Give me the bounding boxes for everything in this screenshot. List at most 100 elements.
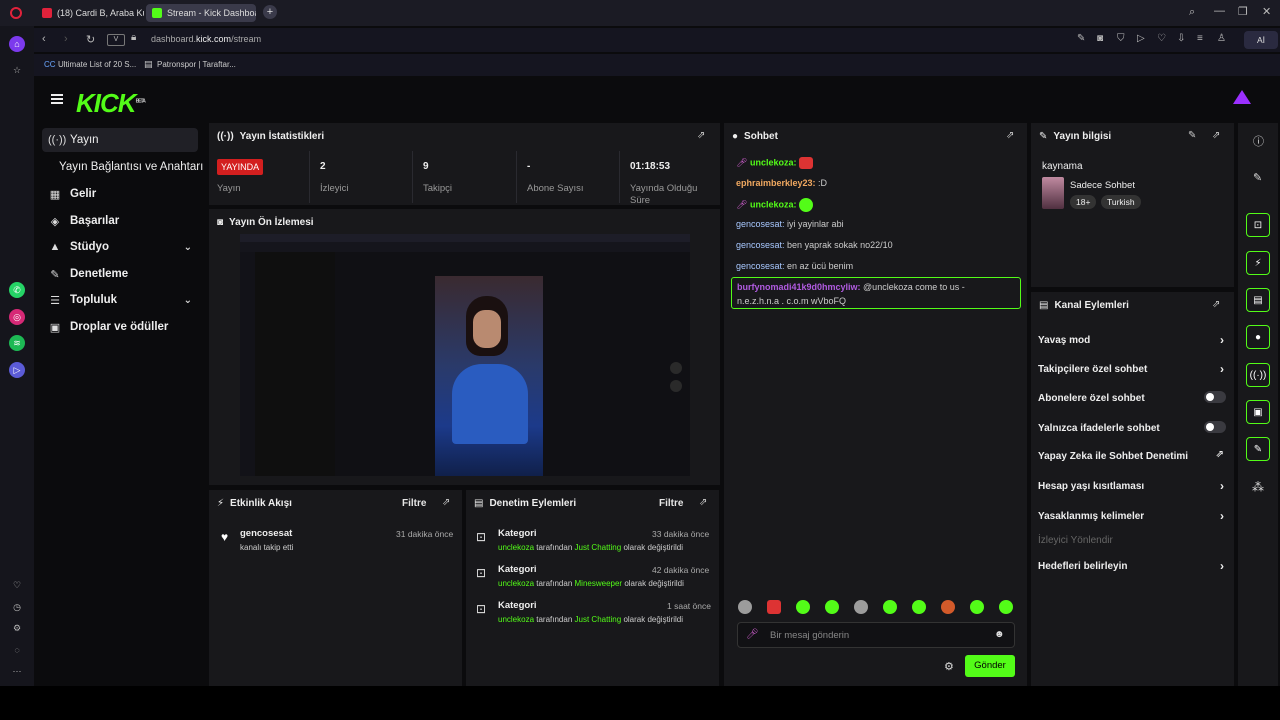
emote-icon[interactable]: [883, 600, 897, 614]
broadcast-button[interactable]: ((·)): [1246, 363, 1270, 387]
home-icon[interactable]: ⌂: [9, 36, 25, 52]
emotes-only-toggle[interactable]: [1204, 421, 1226, 433]
action-ai-moderation[interactable]: Yapay Zeka ile Sohbet Denetimi ⇗: [1038, 449, 1228, 462]
chat-username[interactable]: gencosesat:: [736, 219, 785, 229]
chat-input[interactable]: 🎤︎ Bir mesaj gönderin ☻: [737, 622, 1015, 648]
heart-bookmark-icon[interactable]: ♡: [1157, 33, 1166, 44]
new-tab-icon[interactable]: +: [263, 5, 277, 19]
chat-button[interactable]: ●: [1246, 325, 1270, 349]
chat-username[interactable]: unclekoza:: [750, 157, 797, 167]
whatsapp-icon[interactable]: ✆: [9, 282, 25, 298]
bookmark-ultimate-list[interactable]: Ultimate List of 20 S...: [58, 60, 136, 69]
emote-icon[interactable]: [854, 600, 868, 614]
action-slow-mode[interactable]: Yavaş mod ›: [1038, 333, 1228, 347]
sidebar-item-denetleme[interactable]: ✎ Denetleme: [42, 262, 198, 286]
action-emotes-only[interactable]: Yalnızca ifadelerle sohbet: [1038, 421, 1228, 434]
more-icon[interactable]: ···: [9, 663, 25, 679]
player-icon[interactable]: ▷: [9, 362, 25, 378]
edit-icon[interactable]: ✎: [1188, 130, 1196, 141]
stream-preview-video[interactable]: [240, 234, 690, 476]
emote-icon[interactable]: [941, 600, 955, 614]
kick-logo[interactable]: KICKBETA: [76, 88, 146, 119]
popout-icon[interactable]: ⇗: [1006, 130, 1014, 141]
forward-icon[interactable]: ›: [64, 33, 68, 45]
action-followers-only[interactable]: Takipçilere özel sohbet ›: [1038, 362, 1228, 376]
minimize-icon[interactable]: —: [1214, 5, 1225, 17]
action-banned-words[interactable]: Yasaklanmış kelimeler ›: [1038, 509, 1228, 523]
emote-icon[interactable]: [825, 600, 839, 614]
sidebar-item-basarilar[interactable]: ◈ Başarılar: [42, 209, 198, 233]
filter-button[interactable]: Filtre: [659, 498, 683, 509]
subscribers-only-toggle[interactable]: [1204, 391, 1226, 403]
send-button[interactable]: Gönder: [965, 655, 1015, 677]
aria-ai-button[interactable]: Aİ: [1244, 31, 1278, 49]
emote-icon[interactable]: [767, 600, 781, 614]
popout-icon[interactable]: ⇗: [699, 497, 707, 508]
chat-username[interactable]: ephraimberkley23:: [736, 178, 816, 188]
stream-category[interactable]: Sadece Sohbet: [1070, 180, 1135, 191]
moderation-button[interactable]: ▣: [1246, 400, 1270, 424]
maximize-icon[interactable]: ❐: [1238, 5, 1248, 18]
emote-icon[interactable]: [796, 600, 810, 614]
bookmark-patronspor[interactable]: Patronspor | Taraftar...: [157, 60, 236, 69]
emote-icon[interactable]: [999, 600, 1013, 614]
emoji-icon[interactable]: ☻: [994, 629, 1005, 640]
activity-user[interactable]: gencosesat: [240, 528, 293, 539]
chat-username[interactable]: unclekoza:: [750, 199, 797, 209]
shield-icon[interactable]: ⛉: [1117, 33, 1125, 44]
opera-logo-icon[interactable]: [10, 7, 22, 19]
popout-icon[interactable]: ⇗: [697, 130, 705, 141]
wrench-button[interactable]: ✎: [1246, 437, 1270, 461]
back-icon[interactable]: ‹: [42, 33, 46, 45]
sidebar-item-studyo[interactable]: ▲ Stüdyo ⌄: [42, 235, 198, 259]
community-icon[interactable]: ⁂: [1252, 480, 1264, 494]
lightbulb-icon[interactable]: ◌: [9, 642, 25, 658]
play-icon[interactable]: ▷: [1137, 33, 1145, 44]
download-icon[interactable]: ⇩: [1177, 33, 1185, 44]
tab-kick-dashboard[interactable]: Stream - Kick Dashboard: [146, 4, 256, 22]
history-icon[interactable]: ◷: [9, 599, 25, 615]
edit-icon[interactable]: ✎: [1253, 171, 1262, 184]
close-window-icon[interactable]: ✕: [1262, 5, 1271, 18]
settings-icon[interactable]: ⚙: [9, 620, 25, 636]
notes-button[interactable]: ▤: [1246, 288, 1270, 312]
camera-icon[interactable]: ◙: [1097, 33, 1103, 44]
search-tabs-icon[interactable]: ⌕: [1189, 6, 1195, 19]
edit-icon[interactable]: ✎: [1077, 33, 1085, 44]
clip-button[interactable]: ⊡: [1246, 213, 1270, 237]
filter-button[interactable]: Filtre: [402, 498, 426, 509]
spotify-icon[interactable]: ≋: [9, 335, 25, 351]
user-avatar[interactable]: [1233, 90, 1251, 104]
sidebar-item-yayin[interactable]: ((·)) Yayın: [42, 128, 198, 152]
popout-icon[interactable]: ⇗: [1212, 299, 1220, 310]
chat-username[interactable]: gencosesat:: [736, 240, 785, 250]
action-set-goals[interactable]: Hedefleri belirleyin ›: [1038, 559, 1228, 573]
info-icon[interactable]: ⓘ: [1253, 133, 1264, 149]
chat-username[interactable]: gencosesat:: [736, 261, 785, 271]
popout-icon[interactable]: ⇗: [1212, 130, 1220, 141]
reload-icon[interactable]: ↻: [86, 33, 95, 46]
chat-settings-icon[interactable]: ⚙: [944, 660, 954, 673]
action-account-age[interactable]: Hesap yaşı kısıtlaması ›: [1038, 479, 1228, 493]
emote-icon[interactable]: [738, 600, 752, 614]
sidebar-item-droplar[interactable]: ▣ Droplar ve ödüller: [42, 315, 198, 339]
chat-username[interactable]: burfynomadi41k9d0hmcyliw:: [737, 282, 861, 292]
sidebar-item-gelir[interactable]: ▦ Gelir: [42, 182, 198, 206]
heart-icon[interactable]: ♡: [9, 577, 25, 593]
menu-icon[interactable]: ≡: [1197, 33, 1203, 44]
url-field[interactable]: dashboard.kick.com/stream: [151, 34, 261, 44]
popout-icon[interactable]: ⇗: [442, 497, 450, 508]
sidebar-item-stream-key[interactable]: Yayın Bağlantısı ve Anahtarı: [42, 155, 208, 179]
hamburger-menu-icon[interactable]: [51, 94, 63, 104]
star-icon[interactable]: ☆: [9, 62, 25, 78]
instagram-icon[interactable]: ◎: [9, 309, 25, 325]
profile-icon[interactable]: ♙: [1217, 33, 1226, 44]
tab-youtube[interactable]: (18) Cardi B, Araba Kullan: [36, 4, 144, 22]
lightning-button[interactable]: ⚡: [1246, 251, 1270, 275]
emote-icon[interactable]: [912, 600, 926, 614]
sidebar-item-topluluk[interactable]: ☰ Topluluk ⌄: [42, 288, 198, 312]
vpn-icon[interactable]: V: [107, 34, 125, 46]
emote-icon[interactable]: [970, 600, 984, 614]
sidebar-item-label: Denetleme: [70, 268, 129, 280]
action-subscribers-only[interactable]: Abonelere özel sohbet: [1038, 391, 1228, 404]
